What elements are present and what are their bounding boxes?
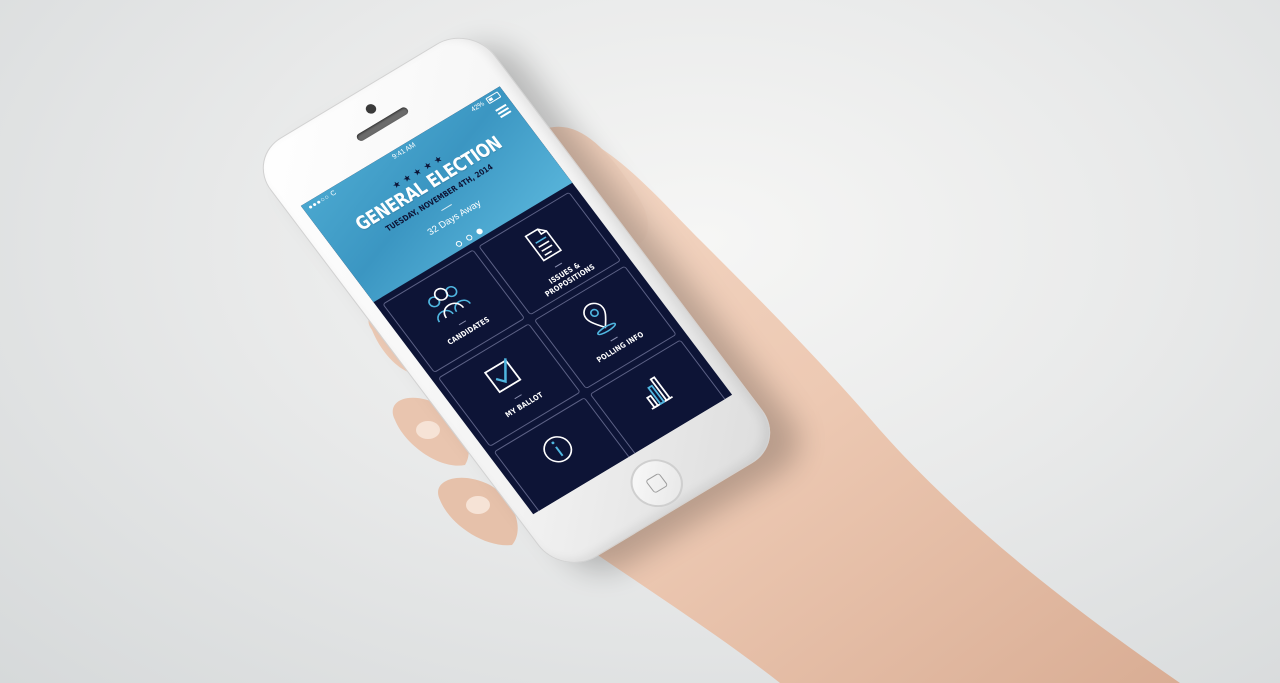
page-dot-2[interactable] [464,233,474,242]
home-square-icon [645,472,669,494]
battery-percent: 42% [469,100,487,114]
bar-chart-icon [645,376,674,410]
earpiece-speaker [355,105,410,143]
scene: ●●●○○ C 9:41 AM 42% ★★★★★ GENERAL ELECTI… [0,0,1280,683]
info-icon [543,436,573,463]
people-icon [428,286,472,323]
page-dot-1[interactable] [454,240,463,249]
tile-divider [458,320,467,326]
document-icon [524,228,563,262]
tile-divider [610,336,618,342]
checkbox-icon [483,358,522,394]
tile-divider [554,262,563,268]
location-pin-icon [583,302,617,336]
battery-icon [485,91,502,104]
page-dot-3[interactable] [475,227,485,236]
tile-divider [514,394,522,400]
front-camera [363,102,379,116]
header-divider [441,204,453,212]
